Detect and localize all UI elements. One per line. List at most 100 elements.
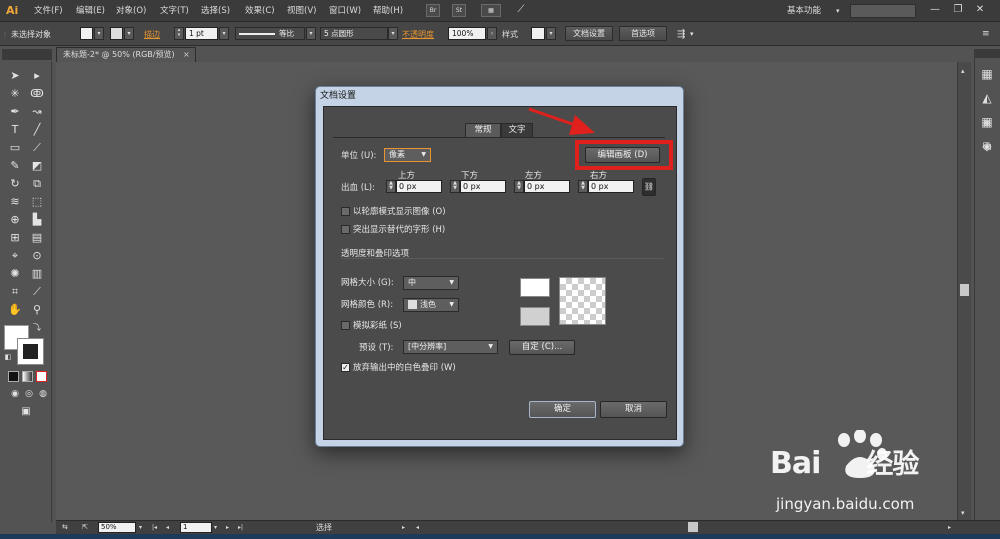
chevron-down-icon[interactable]: ▾ — [836, 4, 846, 18]
gpu-performance-icon[interactable]: ⟋ — [514, 4, 528, 17]
bleed-bottom-field[interactable]: 0 px — [460, 180, 506, 193]
chevron-down-icon[interactable]: ▾ — [388, 27, 398, 40]
selection-tool-icon[interactable]: ➤ — [6, 68, 24, 84]
menu-object[interactable]: 对象(O) — [116, 5, 146, 17]
menu-type[interactable]: 文字(T) — [160, 5, 189, 17]
artboard-nav-icon[interactable]: ⇆ — [62, 522, 68, 533]
bleed-left-spinner[interactable]: ▲ ▼ — [514, 180, 524, 193]
curvature-tool-icon[interactable]: ↝ — [28, 104, 46, 120]
show-images-outline-checkbox[interactable] — [341, 207, 350, 216]
scroll-right-icon[interactable]: ▸ — [948, 522, 951, 533]
menu-edit[interactable]: 编辑(E) — [76, 5, 105, 17]
live-paint-tool-icon[interactable]: ▙ — [28, 212, 46, 228]
artboard-number-field[interactable]: 1 — [180, 522, 212, 533]
line-tool-icon[interactable]: ╱ — [28, 122, 46, 138]
chevron-down-icon[interactable]: ▾ — [546, 27, 556, 40]
menu-help[interactable]: 帮助(H) — [373, 5, 403, 17]
variable-width-profile[interactable]: 等比 — [235, 27, 305, 40]
type-tool-icon[interactable]: T — [6, 122, 24, 138]
discard-white-overprint-checkbox[interactable]: ✓ — [341, 363, 350, 372]
eyedropper-tool-icon[interactable]: ⌖ — [6, 248, 24, 264]
fill-color-swatch[interactable] — [80, 27, 93, 40]
grid-colors-dropdown[interactable]: 浅色 ▼ — [403, 298, 459, 312]
status-menu-icon[interactable]: ▸ — [402, 522, 405, 533]
close-button[interactable]: ✕ — [973, 3, 987, 17]
menu-window[interactable]: 窗口(W) — [329, 5, 361, 17]
paper-color-swatch[interactable] — [520, 278, 550, 297]
bleed-top-spinner[interactable]: ▲ ▼ — [386, 180, 396, 193]
previous-artboard-icon[interactable]: ◂ — [166, 522, 169, 533]
artboards-panel-icon[interactable]: ⧉ — [979, 138, 995, 154]
search-input[interactable] — [850, 4, 916, 18]
rectangle-tool-icon[interactable]: ▭ — [6, 140, 24, 156]
grid-preview-swatch[interactable] — [520, 307, 550, 326]
bleed-bottom-spinner[interactable]: ▲ ▼ — [450, 180, 460, 193]
bleed-right-spinner[interactable]: ▲ ▼ — [578, 180, 588, 193]
draw-inside-icon[interactable]: ◍ — [34, 386, 52, 402]
symbol-sprayer-tool-icon[interactable]: ✺ — [6, 266, 24, 282]
bleed-left-field[interactable]: 0 px — [524, 180, 570, 193]
color-guide-icon[interactable]: ◭ — [979, 90, 995, 106]
artboard-tool-icon[interactable]: ⌗ — [6, 284, 24, 300]
preferences-button[interactable]: 首选项 — [619, 26, 667, 41]
column-graph-tool-icon[interactable]: ▥ — [28, 266, 46, 282]
chevron-down-icon[interactable]: ▾ — [690, 29, 694, 40]
scroll-up-icon[interactable]: ▴ — [961, 66, 965, 77]
stroke-label[interactable]: 描边 — [144, 29, 160, 40]
link-bleed-icon[interactable]: ⛓ — [642, 178, 656, 196]
arrange-documents-icon[interactable]: ▦ — [481, 4, 501, 17]
screen-mode-icon[interactable]: ▣ — [17, 404, 35, 420]
zoom-tool-icon[interactable]: ⚲ — [28, 302, 46, 318]
chevron-down-icon[interactable]: ▾ — [306, 27, 316, 40]
brush-definition[interactable]: 5 点圆形 — [320, 27, 388, 40]
last-artboard-icon[interactable]: ▸| — [238, 522, 243, 533]
bridge-button[interactable]: Br — [426, 4, 440, 17]
paintbrush-tool-icon[interactable]: ⟋ — [28, 140, 46, 156]
opacity-label[interactable]: 不透明度 — [402, 29, 434, 40]
workspace-switcher[interactable]: 基本功能 — [787, 4, 835, 18]
color-mode-icon[interactable] — [8, 371, 19, 382]
share-icon[interactable]: ⇱ — [82, 522, 88, 533]
stroke-color-swatch[interactable] — [110, 27, 123, 40]
first-artboard-icon[interactable]: |◂ — [152, 522, 157, 533]
chevron-down-icon[interactable]: ▾ — [124, 27, 134, 40]
chevron-down-icon[interactable]: ▾ — [139, 522, 142, 533]
tab-general[interactable]: 常规 — [465, 123, 501, 138]
eraser-tool-icon[interactable]: ◩ — [28, 158, 46, 174]
document-setup-button[interactable]: 文档设置 — [565, 26, 613, 41]
direct-selection-tool-icon[interactable]: ▸ — [28, 68, 46, 84]
swap-colors-icon[interactable]: ⤵ — [32, 323, 42, 333]
close-tab-icon[interactable]: × — [183, 47, 193, 62]
blend-tool-icon[interactable]: ⊙ — [28, 248, 46, 264]
chevron-down-icon[interactable]: ▾ — [94, 27, 104, 40]
bleed-right-field[interactable]: 0 px — [588, 180, 634, 193]
free-transform-tool-icon[interactable]: ⬚ — [28, 194, 46, 210]
none-mode-icon[interactable] — [36, 371, 47, 382]
default-colors-icon[interactable]: ◧ — [3, 352, 13, 362]
rotate-tool-icon[interactable]: ↻ — [6, 176, 24, 192]
menu-select[interactable]: 选择(S) — [201, 5, 230, 17]
next-artboard-icon[interactable]: ▸ — [226, 522, 229, 533]
cancel-button[interactable]: 取消 — [600, 401, 667, 418]
preset-dropdown[interactable]: [中分辨率] ▼ — [403, 340, 498, 354]
bleed-top-field[interactable]: 0 px — [396, 180, 442, 193]
stock-button[interactable]: St — [452, 4, 466, 17]
tools-panel-header[interactable] — [2, 49, 52, 60]
scale-tool-icon[interactable]: ⧉ — [28, 176, 46, 192]
scroll-left-icon[interactable]: ◂ — [416, 522, 419, 533]
magic-wand-tool-icon[interactable]: ✳ — [6, 86, 24, 102]
warp-tool-icon[interactable]: ≋ — [6, 194, 24, 210]
menu-file[interactable]: 文件(F) — [34, 5, 63, 17]
lasso-tool-icon[interactable]: ↂ — [28, 86, 46, 102]
pencil-tool-icon[interactable]: ✎ — [6, 158, 24, 174]
menu-view[interactable]: 视图(V) — [287, 5, 316, 17]
opacity-field[interactable]: 100% — [448, 27, 486, 40]
scroll-down-icon[interactable]: ▾ — [961, 508, 965, 519]
document-tab[interactable]: 未标题-2* @ 50% (RGB/预览) — [56, 47, 196, 62]
chevron-right-icon[interactable]: › — [487, 27, 497, 40]
color-panel-icon[interactable]: ▦ — [979, 66, 995, 82]
vertical-scrollbar-thumb[interactable] — [960, 284, 969, 296]
maximize-button[interactable]: ❐ — [951, 3, 965, 17]
hand-tool-icon[interactable]: ✋ — [6, 302, 24, 318]
graphic-style-swatch[interactable] — [531, 27, 545, 40]
